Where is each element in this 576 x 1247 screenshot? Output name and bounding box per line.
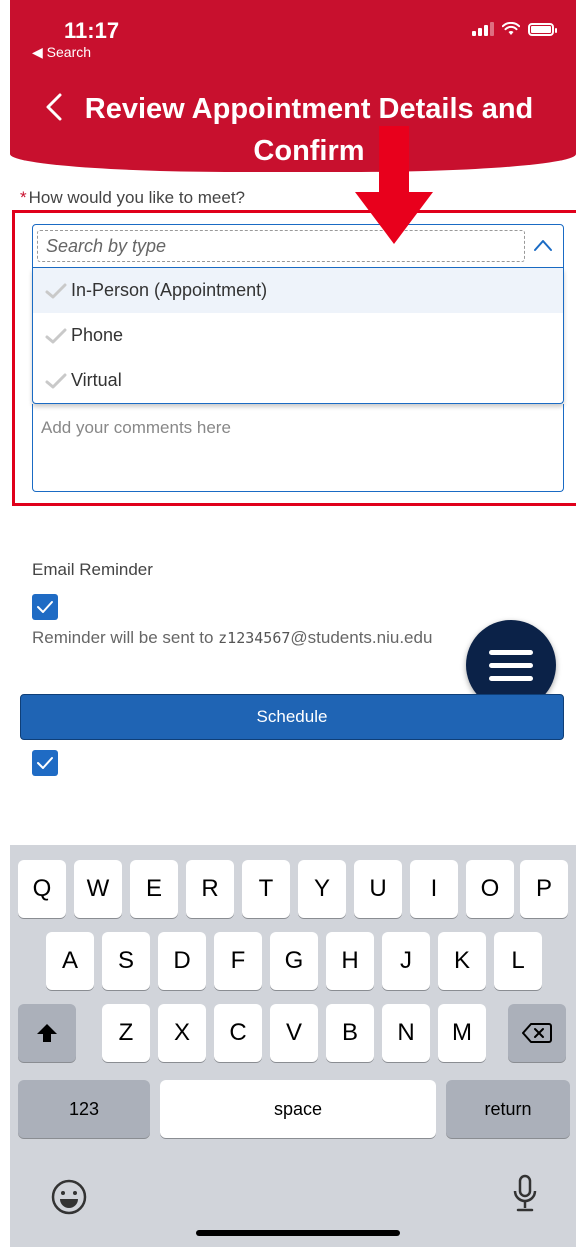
emoji-icon[interactable] <box>50 1178 88 1216</box>
key-f[interactable]: F <box>214 932 262 990</box>
option-in-person[interactable]: In-Person (Appointment) <box>33 268 563 313</box>
checkmark-icon <box>37 601 53 613</box>
status-icons <box>472 22 557 36</box>
key-n[interactable]: N <box>382 1004 430 1062</box>
option-phone[interactable]: Phone <box>33 313 563 358</box>
down-arrow-icon <box>355 126 433 244</box>
key-a[interactable]: A <box>46 932 94 990</box>
reminder-prefix: Reminder will be sent to <box>32 628 219 647</box>
microphone-icon[interactable] <box>512 1174 538 1214</box>
key-m[interactable]: M <box>438 1004 486 1062</box>
shift-key[interactable] <box>18 1004 76 1062</box>
key-j[interactable]: J <box>382 932 430 990</box>
comments-textarea[interactable]: Add your comments here <box>32 404 564 492</box>
key-v[interactable]: V <box>270 1004 318 1062</box>
key-r[interactable]: R <box>186 860 234 918</box>
schedule-button[interactable]: Schedule <box>20 694 564 740</box>
back-chevron-icon[interactable] <box>40 90 68 124</box>
key-e[interactable]: E <box>130 860 178 918</box>
key-b[interactable]: B <box>326 1004 374 1062</box>
required-marker: * <box>20 188 27 207</box>
page-title: Review Appointment Details and Confirm <box>84 93 534 167</box>
signal-icon <box>472 22 494 36</box>
chevron-up-icon[interactable] <box>533 237 553 253</box>
key-g[interactable]: G <box>270 932 318 990</box>
check-icon <box>45 328 67 343</box>
delete-key[interactable] <box>508 1004 566 1062</box>
return-key[interactable]: return <box>446 1080 570 1138</box>
check-icon <box>45 283 67 298</box>
email-reminder-checkbox[interactable] <box>32 594 58 620</box>
wifi-icon <box>502 22 520 35</box>
key-s[interactable]: S <box>102 932 150 990</box>
key-y[interactable]: Y <box>298 860 346 918</box>
key-z[interactable]: Z <box>102 1004 150 1062</box>
menu-line <box>489 649 533 655</box>
key-o[interactable]: O <box>466 860 514 918</box>
back-to-search-link[interactable]: ◀ Search <box>32 44 91 61</box>
key-i[interactable]: I <box>410 860 458 918</box>
key-q[interactable]: Q <box>18 860 66 918</box>
question-text: How would you like to meet? <box>28 188 246 207</box>
key-p[interactable]: P <box>520 860 568 918</box>
checkmark-icon <box>37 757 53 769</box>
option-label: Phone <box>71 325 124 345</box>
search-by-type-input[interactable]: Search by type <box>37 230 525 262</box>
key-c[interactable]: C <box>214 1004 262 1062</box>
key-u[interactable]: U <box>354 860 402 918</box>
reminder-domain: @students.niu.edu <box>290 628 433 647</box>
meeting-type-dropdown: In-Person (Appointment) Phone Virtual <box>32 268 564 404</box>
meeting-type-question: * How would you like to meet? <box>20 188 245 208</box>
status-time: 11:17 <box>64 18 120 43</box>
menu-line <box>489 675 533 681</box>
key-w[interactable]: W <box>74 860 122 918</box>
reminder-text: Reminder will be sent to z1234567@studen… <box>32 628 432 648</box>
key-k[interactable]: K <box>438 932 486 990</box>
key-x[interactable]: X <box>158 1004 206 1062</box>
reminder-id-letter: z <box>218 629 228 647</box>
option-label: Virtual <box>71 370 122 390</box>
secondary-checkbox[interactable] <box>32 750 58 776</box>
option-label: In-Person (Appointment) <box>71 280 268 300</box>
key-d[interactable]: D <box>158 932 206 990</box>
battery-icon <box>528 22 557 36</box>
key-l[interactable]: L <box>494 932 542 990</box>
menu-line <box>489 662 533 668</box>
reminder-id-digits: 1234567 <box>227 629 291 647</box>
key-h[interactable]: H <box>326 932 374 990</box>
check-icon <box>45 373 67 388</box>
meeting-type-combobox[interactable]: Search by type <box>32 224 564 268</box>
backspace-icon <box>522 1023 552 1043</box>
option-virtual[interactable]: Virtual <box>33 358 563 403</box>
space-key[interactable]: space <box>160 1080 436 1138</box>
shift-arrow-icon <box>37 1024 57 1042</box>
email-reminder-label: Email Reminder <box>32 560 153 579</box>
key-t[interactable]: T <box>242 860 290 918</box>
home-indicator <box>196 1230 400 1236</box>
numbers-key[interactable]: 123 <box>18 1080 150 1138</box>
